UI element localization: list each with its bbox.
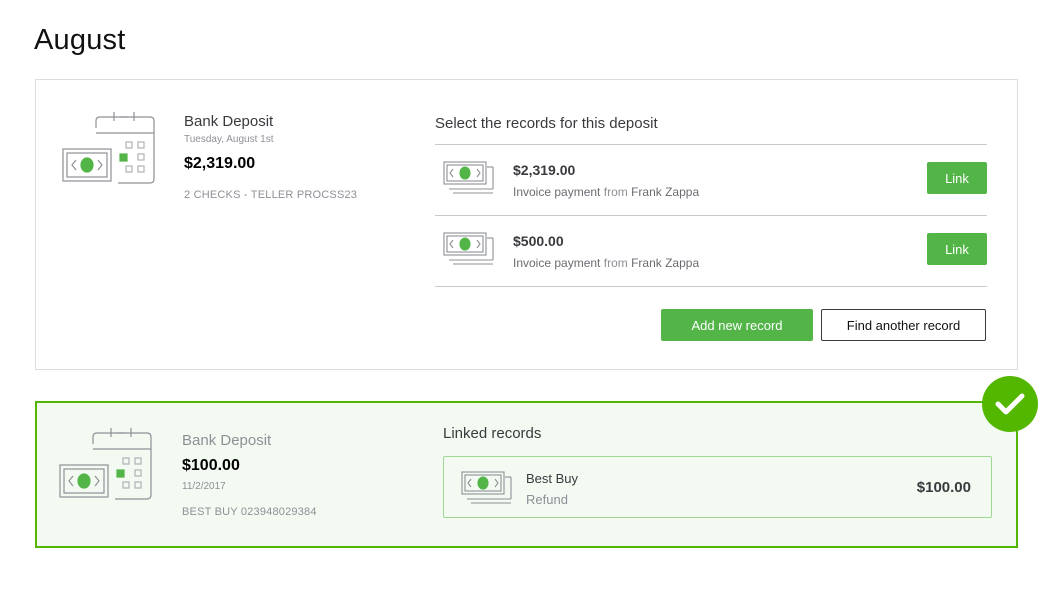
deposit-date: Tuesday, August 1st	[184, 134, 274, 145]
record-row: $500.00 Invoice payment from Frank Zappa…	[435, 216, 987, 287]
money-icon	[461, 471, 513, 512]
deposit-title: Bank Deposit	[182, 432, 272, 449]
deposit-title: Bank Deposit	[184, 113, 274, 130]
record-row: $2,319.00 Invoice payment from Frank Zap…	[435, 145, 987, 216]
records-section: Select the records for this deposit $2,3…	[435, 115, 987, 287]
linked-record-name: Best Buy	[526, 471, 579, 486]
money-icon	[443, 232, 495, 273]
deposit-memo: 2 CHECKS - TELLER PROCSS23	[184, 189, 358, 201]
deposit-amount: $2,319.00	[184, 155, 256, 172]
link-button[interactable]: Link	[927, 162, 987, 194]
record-from: from	[603, 185, 628, 199]
linked-records-heading: Linked records	[443, 425, 542, 442]
link-button[interactable]: Link	[927, 233, 987, 265]
record-description: Invoice payment from Frank Zappa	[513, 256, 699, 270]
linked-record[interactable]: Best Buy Refund $100.00	[443, 456, 992, 518]
record-type: Invoice payment	[513, 256, 601, 270]
linked-record-type: Refund	[526, 492, 568, 507]
find-another-record-button[interactable]: Find another record	[821, 309, 986, 341]
page-title: August	[34, 24, 126, 56]
add-new-record-button[interactable]: Add new record	[661, 309, 813, 341]
record-amount: $500.00	[513, 233, 564, 249]
record-payer: Frank Zappa	[631, 185, 700, 199]
checkmark-icon	[982, 376, 1038, 432]
calendar-money-icon	[62, 111, 158, 190]
record-from: from	[603, 256, 628, 270]
calendar-money-icon	[59, 427, 155, 506]
record-payer: Frank Zappa	[631, 256, 700, 270]
money-icon	[443, 161, 495, 202]
linked-deposit-card: Bank Deposit $100.00 11/2/2017 BEST BUY …	[35, 401, 1018, 548]
linked-record-amount: $100.00	[916, 479, 971, 496]
records-heading: Select the records for this deposit	[435, 115, 987, 145]
deposit-date: 11/2/2017	[182, 481, 226, 492]
linked-records-section: Linked records Best Buy Refund $100.00	[443, 425, 992, 518]
record-description: Invoice payment from Frank Zappa	[513, 185, 699, 199]
deposit-memo: BEST BUY 023948029384	[182, 506, 317, 518]
deposit-amount: $100.00	[182, 457, 240, 474]
record-type: Invoice payment	[513, 185, 601, 199]
record-amount: $2,319.00	[513, 162, 576, 178]
pending-deposit-card: Bank Deposit Tuesday, August 1st $2,319.…	[35, 79, 1018, 370]
